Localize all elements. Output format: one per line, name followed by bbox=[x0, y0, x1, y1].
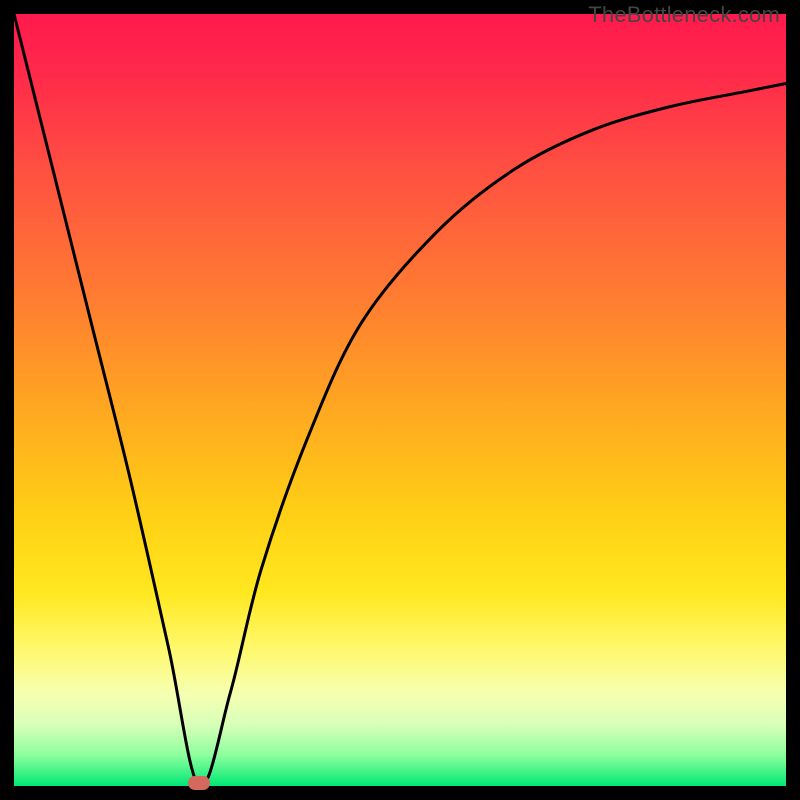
minimum-marker bbox=[188, 776, 210, 790]
bottleneck-curve bbox=[14, 14, 786, 786]
curve-path bbox=[14, 14, 786, 787]
watermark-text: TheBottleneck.com bbox=[588, 2, 780, 28]
chart-frame bbox=[14, 14, 786, 786]
